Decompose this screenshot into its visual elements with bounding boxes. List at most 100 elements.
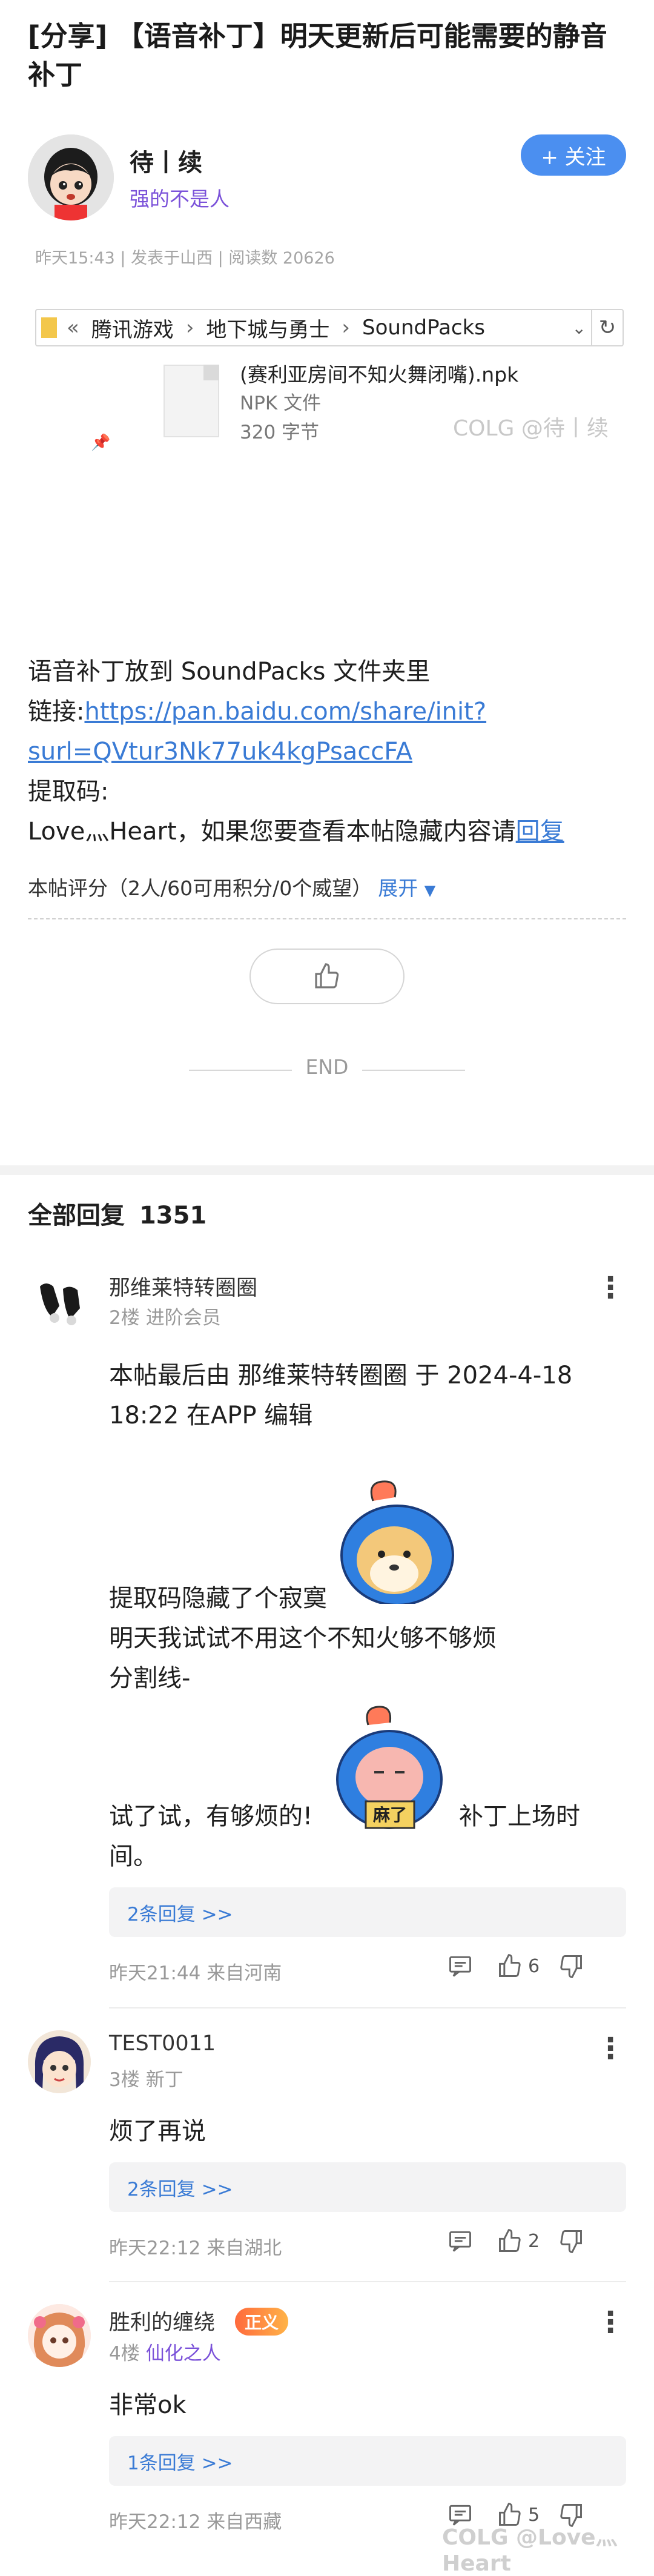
post-like-button[interactable] (249, 949, 405, 1004)
user-level: 进阶会员 (145, 1307, 221, 1329)
sub-replies-link[interactable]: 2条回复 >> (109, 2162, 626, 2212)
sticker-label: 麻了 (373, 1805, 407, 1825)
path-separator: › (342, 316, 351, 340)
post-body-link-line: surl=QVtur3Nk77uk4kgPsaccFA (28, 732, 412, 772)
comment-icon (449, 1956, 471, 1977)
more-options-icon[interactable]: ⋮ (596, 1273, 625, 1302)
reply-avatar[interactable] (28, 1268, 91, 1331)
reply-time: 昨天21:44 来自河南 (109, 1962, 282, 1984)
reply-text: 试了试，有够烦的! (109, 1803, 313, 1830)
code-text: Love灬Heart，如果您要查看本帖隐藏内容请 (28, 818, 516, 846)
reply-time: 昨天22:12 来自湖北 (109, 2237, 282, 2259)
post-meta: 昨天15:43 | 发表于山西 | 阅读数 20626 (35, 249, 335, 268)
chevron-down-icon: ⌄ (572, 317, 586, 338)
file-type: NPK 文件 (240, 392, 322, 414)
follow-button[interactable]: + 关注 (521, 134, 626, 176)
sub-replies-link[interactable]: 2条回复 >> (109, 1887, 626, 1937)
post-body-line: 提取码: (28, 778, 109, 806)
author-name[interactable]: 待丨续 (130, 143, 202, 178)
reply-username[interactable]: 那维莱特转圈圈 (109, 1271, 257, 1302)
rating-expand-button[interactable]: 展开 ▼ (378, 876, 435, 900)
reply-text: 18:22 在APP 编辑 (109, 1402, 313, 1429)
reply-text: 分割线- (109, 1664, 191, 1692)
end-label: END (305, 1055, 349, 1079)
path-overflow: « (67, 316, 79, 340)
file-size: 320 字节 (240, 422, 320, 443)
floor-number: 2楼 (109, 1307, 140, 1329)
user-badge: 正义 (235, 2308, 289, 2336)
comment-button[interactable] (447, 2228, 478, 2254)
post-title: [分享] 【语音补丁】明天更新后可能需要的静音补丁 (28, 20, 607, 91)
like-button[interactable]: 6 (497, 1953, 540, 1979)
page-watermark: COLG @Love灬Heart (442, 2525, 618, 2576)
more-options-icon[interactable]: ⋮ (596, 2308, 625, 2337)
author-tag: 强的不是人 (130, 187, 230, 211)
rating-text: 本帖评分（2人/60可用积分/0个威望） (28, 876, 372, 900)
thumbs-up-icon (315, 963, 339, 988)
path-segment: SoundPacks (362, 316, 486, 340)
floor-number: 3楼 (109, 2069, 140, 2091)
path-separator: › (185, 316, 194, 340)
author-avatar[interactable] (28, 134, 114, 220)
pin-icon: 📌 (91, 434, 111, 452)
user-level: 仙化之人 (145, 2343, 221, 2365)
reply-time: 昨天22:12 来自西藏 (109, 2511, 282, 2533)
divider (28, 918, 626, 919)
path-segment: 地下城与勇士 (206, 317, 330, 342)
reply-link[interactable]: 回复 (516, 818, 564, 846)
thumbs-up-icon (499, 1954, 521, 1977)
reply-username[interactable]: 胜利的缠绕 (109, 2305, 215, 2336)
post-body-code-line: Love灬Heart，如果您要查看本帖隐藏内容请回复 (28, 812, 564, 852)
reply-text: 明天我试试不用这个不知火够不够烦 (109, 1624, 497, 1652)
sticker-image: 麻了 (336, 1706, 443, 1829)
reply-separator (109, 2007, 626, 2008)
reply-username[interactable]: TEST0011 (109, 2031, 216, 2056)
user-level: 新丁 (145, 2069, 183, 2091)
reply-avatar[interactable] (28, 2030, 91, 2093)
share-link-continued[interactable]: surl=QVtur3Nk77uk4kgPsaccFA (28, 738, 412, 766)
floor-number: 4楼 (109, 2343, 140, 2365)
like-count: 6 (528, 1955, 540, 1977)
thumbs-up-icon (499, 2229, 521, 2252)
caret-down-icon: ▼ (424, 882, 436, 899)
address-bar: « 腾讯游戏 › 地下城与勇士 › SoundPacks ⌄ ↻ (35, 309, 624, 346)
reply-avatar[interactable] (28, 2304, 91, 2367)
image-watermark: COLG @待丨续 (453, 416, 609, 441)
comment-icon (449, 2231, 471, 2252)
replies-header: 全部回复 1351 (28, 1196, 206, 1231)
share-link[interactable]: https://pan.baidu.com/share/init? (84, 698, 486, 726)
thumbs-down-icon (560, 2230, 583, 2253)
more-options-icon[interactable]: ⋮ (596, 2034, 625, 2063)
reply-text: 非常ok (109, 2391, 187, 2419)
explorer-screenshot: « 腾讯游戏 › 地下城与勇士 › SoundPacks ⌄ ↻ 📌 (赛利亚房… (35, 298, 624, 465)
sub-replies-link[interactable]: 1条回复 >> (109, 2436, 626, 2486)
like-count: 2 (528, 2230, 540, 2252)
file-icon (164, 365, 219, 437)
reply-text: 烦了再说 (109, 2117, 206, 2145)
reply-floor: 2楼 进阶会员 (109, 1302, 221, 1329)
path-segment: 腾讯游戏 (91, 317, 174, 342)
reply-text: 间。 (109, 1843, 157, 1870)
post-body-link-line: 链接:https://pan.baidu.com/share/init? (28, 692, 486, 732)
section-divider (0, 1165, 654, 1175)
reply-text: 本帖最后由 那维莱特转圈圈 于 2024-4-18 (109, 1362, 573, 1389)
reply-floor: 3楼 新丁 (109, 2064, 183, 2091)
reply-floor: 4楼 仙化之人 (109, 2338, 221, 2365)
reply-actions: 6 (447, 1953, 607, 1979)
replies-header-label: 全部回复 (28, 1202, 125, 1230)
comment-button[interactable] (447, 1953, 478, 1979)
dislike-button[interactable] (558, 2228, 589, 2254)
reply-actions: 2 (447, 2228, 607, 2254)
like-button[interactable]: 2 (497, 2228, 540, 2254)
refresh-icon: ↻ (591, 310, 623, 345)
link-prefix: 链接: (28, 698, 85, 726)
reply-text: 补丁上场时 (459, 1803, 580, 1830)
dislike-button[interactable] (558, 1953, 589, 1979)
replies-count: 1351 (139, 1202, 207, 1230)
reply-separator (109, 2281, 626, 2282)
thumbs-down-icon (560, 1955, 583, 1978)
end-line-right (362, 1070, 465, 1071)
rating-expand-label: 展开 (378, 876, 418, 900)
post-body-line: 语音补丁放到 SoundPacks 文件夹里 (28, 658, 431, 686)
reply-text: 提取码隐藏了个寂寞 (109, 1584, 327, 1612)
